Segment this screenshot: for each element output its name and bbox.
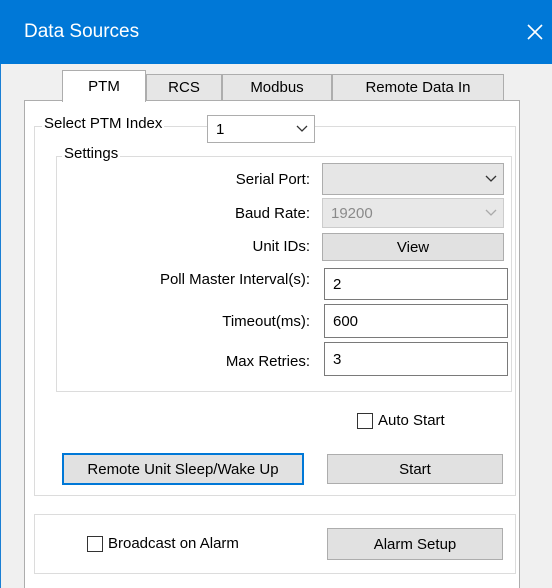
poll-interval-label: Poll Master Interval(s): <box>159 271 310 288</box>
tab-ptm[interactable]: PTM <box>62 70 146 102</box>
ptm-index-label: Select PTM Index <box>42 115 165 132</box>
serial-port-label: Serial Port: <box>235 171 310 188</box>
auto-start-checkbox[interactable] <box>357 413 373 429</box>
serial-port-select[interactable] <box>322 163 504 195</box>
ptm-index-value: 1 <box>216 120 225 138</box>
timeout-label: Timeout(ms): <box>222 313 310 330</box>
chevron-down-icon <box>479 175 503 183</box>
broadcast-alarm-checkbox[interactable] <box>87 536 103 552</box>
settings-label: Settings <box>62 145 121 162</box>
alarm-setup-button[interactable]: Alarm Setup <box>327 528 503 560</box>
window-title: Data Sources <box>24 21 140 42</box>
start-button[interactable]: Start <box>327 454 503 484</box>
unit-ids-label: Unit IDs: <box>252 238 310 255</box>
timeout-input[interactable]: 600 <box>324 304 508 338</box>
broadcast-alarm-label: Broadcast on Alarm <box>108 535 239 552</box>
tab-remote-data-in[interactable]: Remote Data In <box>332 74 504 100</box>
tab-modbus[interactable]: Modbus <box>222 74 332 100</box>
baud-rate-label: Baud Rate: <box>234 205 310 222</box>
chevron-down-icon <box>290 125 314 133</box>
tab-rcs[interactable]: RCS <box>146 74 222 100</box>
auto-start-label: Auto Start <box>378 412 445 429</box>
baud-rate-select[interactable]: 19200 <box>322 198 504 228</box>
sleep-wake-button[interactable]: Remote Unit Sleep/Wake Up <box>62 453 304 485</box>
max-retries-input[interactable]: 3 <box>324 342 508 376</box>
chevron-down-icon <box>479 209 503 217</box>
max-retries-label: Max Retries: <box>225 353 310 370</box>
poll-interval-input[interactable]: 2 <box>324 268 508 300</box>
baud-rate-value: 19200 <box>331 204 373 222</box>
close-icon[interactable] <box>520 14 550 50</box>
ptm-index-select[interactable]: 1 <box>207 115 315 143</box>
view-unit-ids-button[interactable]: View <box>322 233 504 261</box>
